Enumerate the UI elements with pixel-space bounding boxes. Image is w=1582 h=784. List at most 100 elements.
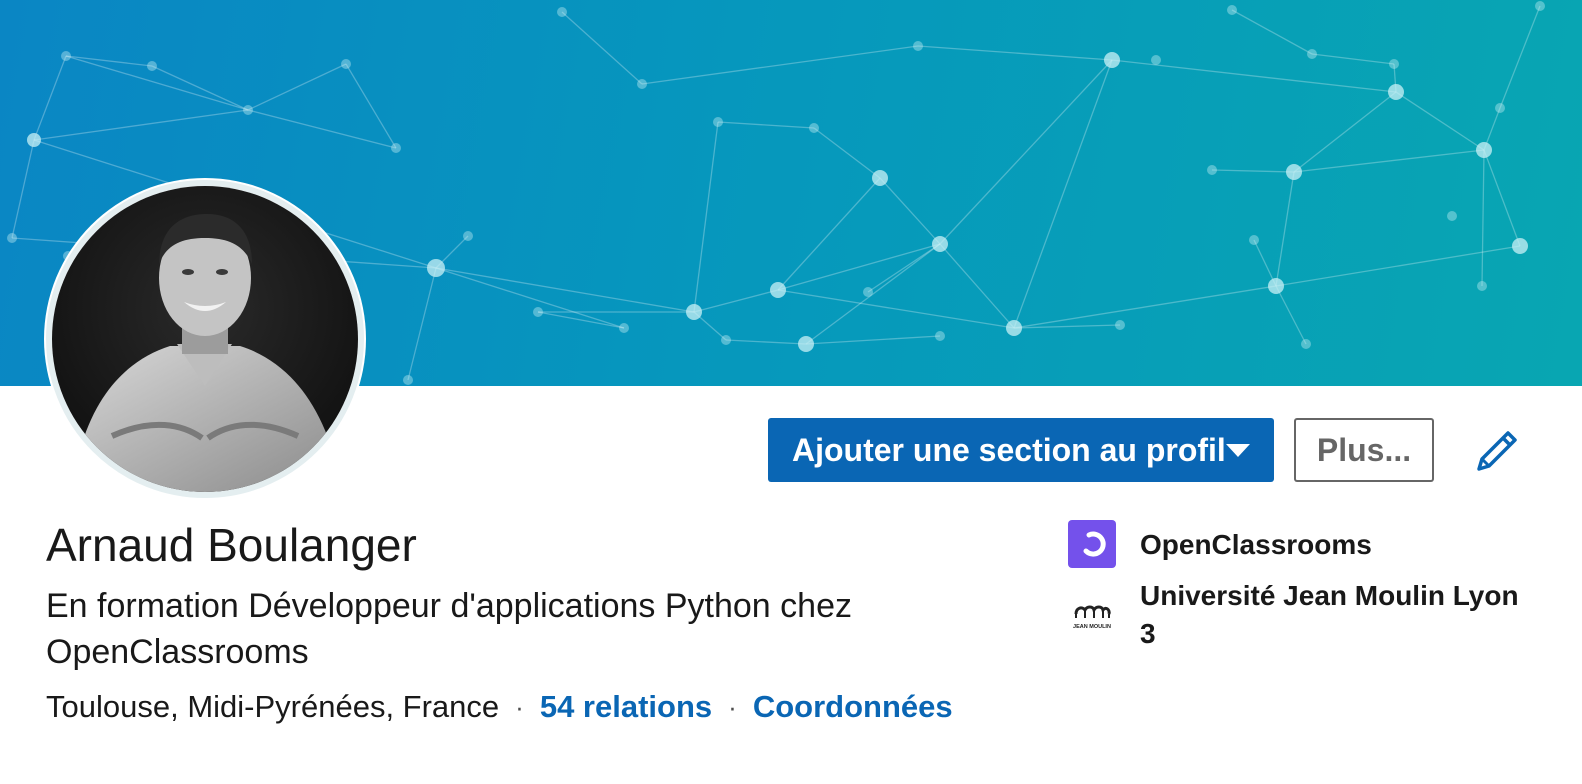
network-node — [1477, 281, 1487, 291]
network-line — [33, 55, 67, 141]
jean-moulin-logo-text: JEAN MOULIN — [1073, 624, 1111, 630]
network-node — [533, 307, 543, 317]
profile-card: Ajouter une section au profil Plus... Ar… — [0, 0, 1582, 784]
network-line — [879, 177, 941, 245]
network-node — [863, 287, 873, 297]
caret-down-icon — [1226, 444, 1250, 457]
network-node — [1447, 211, 1457, 221]
separator-dot: · — [515, 691, 524, 722]
network-node — [770, 282, 786, 298]
network-line — [693, 121, 719, 313]
avatar — [52, 186, 358, 492]
network-node — [1207, 165, 1217, 175]
network-line — [917, 45, 1113, 61]
network-node — [637, 79, 647, 89]
network-line — [65, 55, 153, 67]
connections-link[interactable]: 54 relations — [540, 689, 712, 725]
network-line — [1499, 5, 1541, 109]
edit-profile-button[interactable] — [1470, 424, 1524, 478]
network-node — [935, 331, 945, 341]
network-node — [1389, 59, 1399, 69]
network-line — [247, 109, 397, 149]
network-node — [1227, 5, 1237, 15]
profile-name: Arnaud Boulanger — [46, 519, 417, 571]
network-node — [1301, 339, 1311, 349]
network-line — [777, 289, 1015, 329]
network-line — [561, 11, 643, 85]
network-line — [1311, 53, 1395, 65]
network-line — [1275, 245, 1521, 287]
network-line — [33, 109, 249, 141]
network-node — [1104, 52, 1120, 68]
network-node — [1512, 238, 1528, 254]
network-node — [391, 143, 401, 153]
network-line — [345, 63, 397, 149]
network-node — [932, 236, 948, 252]
network-line — [247, 63, 347, 111]
org-name-jean-moulin: Université Jean Moulin Lyon 3 — [1140, 580, 1519, 649]
network-node — [7, 233, 17, 243]
network-node — [872, 170, 888, 186]
network-line — [777, 243, 941, 291]
contact-info-link[interactable]: Coordonnées — [753, 689, 953, 725]
network-line — [1275, 171, 1295, 287]
network-node — [913, 41, 923, 51]
network-line — [867, 243, 941, 293]
network-line — [1483, 149, 1521, 247]
network-node — [713, 117, 723, 127]
openclassrooms-logo-icon — [1068, 520, 1116, 568]
network-line — [1275, 285, 1307, 345]
network-line — [1231, 9, 1313, 55]
profile-headline: En formation Développeur d'applications … — [46, 587, 852, 671]
network-node — [1286, 164, 1302, 180]
network-node — [619, 323, 629, 333]
more-button[interactable]: Plus... — [1294, 418, 1434, 482]
network-line — [435, 267, 625, 329]
network-node — [427, 259, 445, 277]
network-line — [805, 335, 941, 345]
network-node — [463, 231, 473, 241]
network-line — [1111, 59, 1397, 93]
add-section-button[interactable]: Ajouter une section au profil — [768, 418, 1274, 482]
network-node — [61, 51, 71, 61]
network-node — [1006, 320, 1022, 336]
network-line — [1293, 91, 1397, 173]
network-line — [151, 65, 249, 111]
network-node — [1476, 142, 1492, 158]
add-section-label: Ajouter une section au profil — [792, 431, 1226, 468]
network-node — [557, 7, 567, 17]
network-node — [243, 105, 253, 115]
network-line — [65, 55, 249, 111]
network-line — [813, 127, 881, 179]
network-node — [1535, 1, 1545, 11]
network-line — [1293, 149, 1485, 173]
org-item-jean-moulin[interactable]: JEAN MOULIN Université Jean Moulin Lyon … — [1068, 577, 1530, 653]
network-node — [1115, 320, 1125, 330]
network-node — [798, 336, 814, 352]
network-line — [1013, 59, 1113, 329]
network-node — [341, 59, 351, 69]
network-line — [693, 289, 779, 313]
network-line — [1395, 91, 1485, 151]
jean-moulin-logo-icon: JEAN MOULIN — [1068, 591, 1116, 639]
network-node — [403, 375, 413, 385]
network-node — [686, 304, 702, 320]
network-line — [805, 243, 941, 345]
network-node — [1388, 84, 1404, 100]
network-line — [939, 59, 1113, 245]
network-line — [641, 45, 919, 85]
network-node — [1495, 103, 1505, 113]
org-item-openclassrooms[interactable]: OpenClassrooms — [1068, 520, 1530, 568]
network-line — [407, 267, 437, 381]
network-line — [1481, 149, 1485, 287]
profile-photo[interactable] — [46, 180, 364, 498]
network-node — [809, 123, 819, 133]
network-line — [725, 339, 807, 345]
network-line — [1211, 169, 1295, 173]
network-line — [11, 139, 35, 239]
pencil-icon — [1477, 431, 1517, 471]
network-node — [1249, 235, 1259, 245]
network-node — [1151, 55, 1161, 65]
network-node — [147, 61, 157, 71]
network-node — [27, 133, 41, 147]
